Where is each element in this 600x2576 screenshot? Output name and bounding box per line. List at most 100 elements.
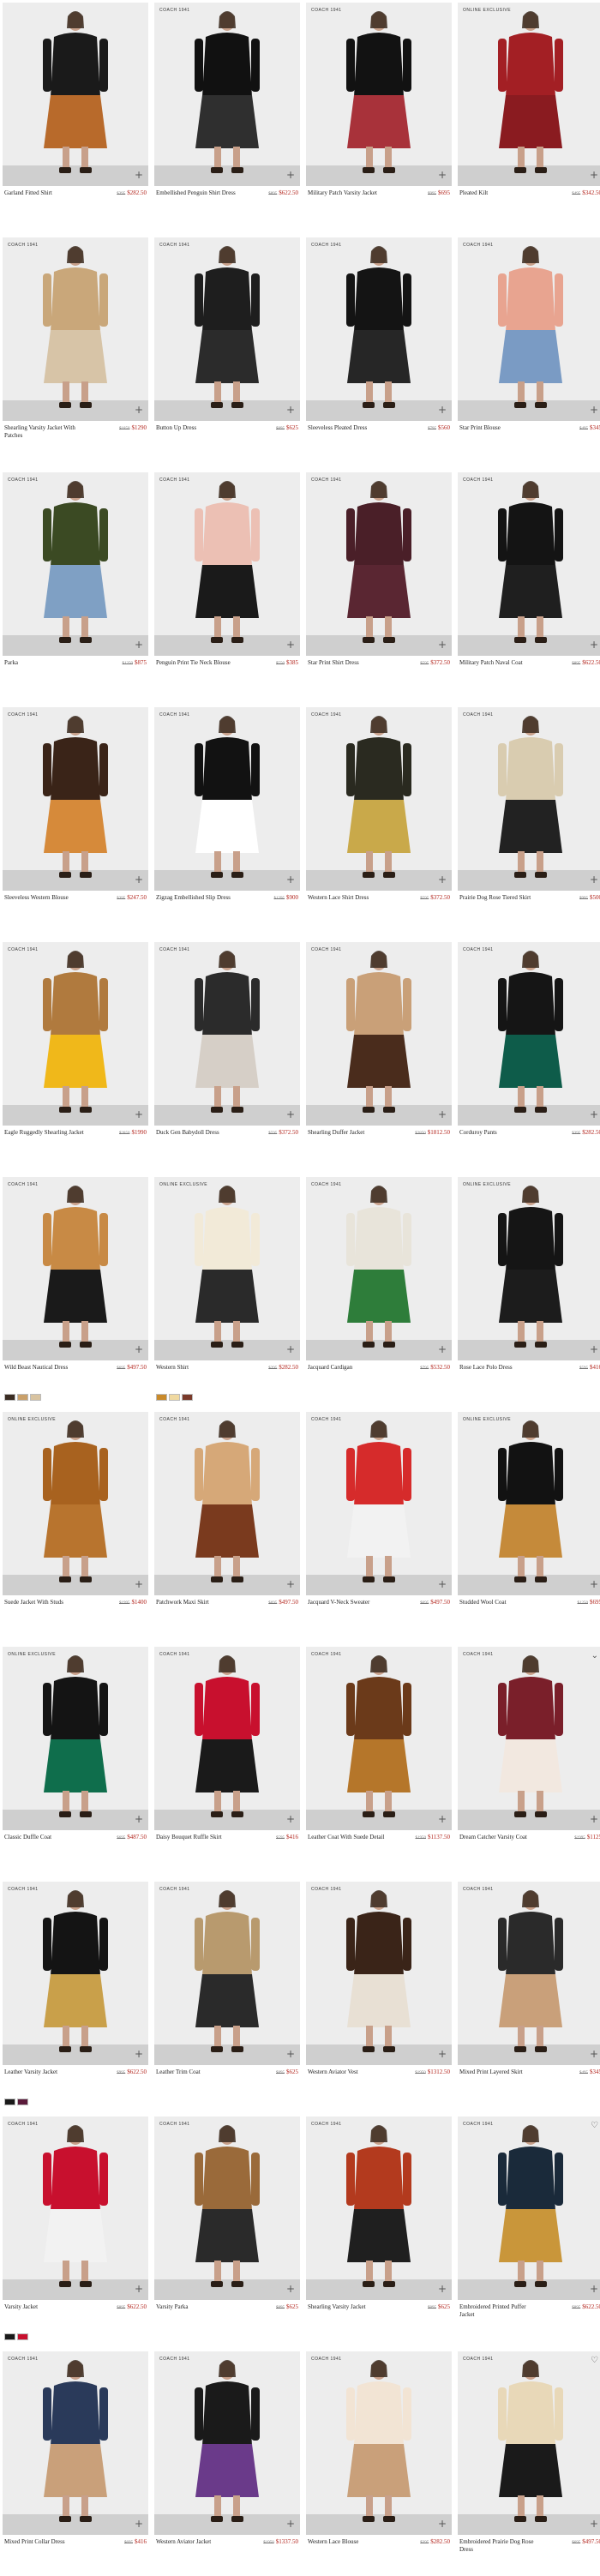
- product-card[interactable]: COACH 1941+Varsity Parka$895$625: [154, 2117, 300, 2341]
- product-image[interactable]: COACH 1941+: [154, 1647, 300, 1830]
- add-icon[interactable]: +: [135, 171, 143, 179]
- product-image[interactable]: COACH 1941+: [154, 942, 300, 1126]
- add-icon[interactable]: +: [590, 171, 598, 179]
- add-icon[interactable]: +: [438, 640, 447, 649]
- add-icon[interactable]: +: [590, 1110, 598, 1119]
- product-name[interactable]: Leather Coat With Suede Detail: [308, 1834, 390, 1841]
- product-name[interactable]: Classic Duffle Coat: [4, 1834, 87, 1841]
- product-card[interactable]: COACH 1941+Western Aviator Jacket$1950$1…: [154, 2351, 300, 2576]
- product-card[interactable]: COACH 1941+Mixed Print Layered Skirt$495…: [458, 1882, 600, 2106]
- product-image[interactable]: COACH 1941+: [458, 237, 600, 421]
- add-icon[interactable]: +: [590, 405, 598, 414]
- product-card[interactable]: COACH 1941+Daisy Bouquet Ruffle Skirt$59…: [154, 1647, 300, 1871]
- add-icon[interactable]: +: [590, 2519, 598, 2528]
- color-swatch[interactable]: [4, 2099, 15, 2105]
- product-name[interactable]: Embroidered Prairie Dog Rose Dress: [459, 2538, 542, 2554]
- product-image[interactable]: COACH 1941+: [3, 237, 148, 421]
- product-name[interactable]: Western Aviator Jacket: [156, 2538, 238, 2546]
- product-card[interactable]: COACH 1941+Jacquard Cardigan$795$532.50: [306, 1177, 452, 1402]
- product-card[interactable]: ONLINE EXCLUSIVE+Studded Wool Coat$1250$…: [458, 1412, 600, 1636]
- product-image[interactable]: COACH 1941+♡: [458, 2351, 600, 2535]
- product-image[interactable]: COACH 1941+: [154, 1882, 300, 2065]
- product-name[interactable]: Mixed Print Layered Skirt: [459, 2069, 542, 2076]
- chevron-down-icon[interactable]: ⌄: [591, 1651, 598, 1660]
- product-image[interactable]: +: [3, 3, 148, 186]
- product-name[interactable]: Military Patch Naval Coat: [459, 659, 542, 667]
- color-swatch[interactable]: [169, 1394, 180, 1401]
- add-icon[interactable]: +: [135, 1110, 143, 1119]
- color-swatch[interactable]: [182, 1394, 193, 1401]
- product-card[interactable]: COACH 1941+ Embellished Penguin Shirt Dre…: [154, 3, 300, 227]
- heart-icon[interactable]: ♡: [591, 2356, 598, 2365]
- product-image[interactable]: COACH 1941+: [3, 2117, 148, 2300]
- product-card[interactable]: COACH 1941+Western Lace Blouse$395$282.5…: [306, 2351, 452, 2576]
- add-icon[interactable]: +: [286, 640, 295, 649]
- product-image[interactable]: COACH 1941+: [154, 3, 300, 186]
- product-image[interactable]: COACH 1941+: [306, 237, 452, 421]
- add-icon[interactable]: +: [135, 1345, 143, 1354]
- color-swatch[interactable]: [4, 1394, 15, 1401]
- product-image[interactable]: COACH 1941+: [3, 942, 148, 1126]
- product-name[interactable]: Embellished Penguin Shirt Dress: [156, 189, 238, 197]
- add-icon[interactable]: +: [286, 1815, 295, 1823]
- add-icon[interactable]: +: [135, 1580, 143, 1588]
- product-image[interactable]: COACH 1941+: [306, 1412, 452, 1595]
- product-card[interactable]: ONLINE EXCLUSIVE+Western Shirt$395$282.5…: [154, 1177, 300, 1402]
- product-card[interactable]: COACH 1941+Leather Coat With Suede Detai…: [306, 1647, 452, 1871]
- product-card[interactable]: COACH 1941+Star Print Shirt Dress$595$37…: [306, 472, 452, 697]
- product-image[interactable]: COACH 1941+: [3, 1882, 148, 2065]
- add-icon[interactable]: +: [590, 875, 598, 884]
- add-icon[interactable]: +: [438, 171, 447, 179]
- product-name[interactable]: Button Up Dress: [156, 424, 238, 432]
- add-icon[interactable]: +: [135, 875, 143, 884]
- add-icon[interactable]: +: [438, 875, 447, 884]
- product-name[interactable]: Corduroy Pants: [459, 1129, 542, 1137]
- product-image[interactable]: ONLINE EXCLUSIVE+: [154, 1177, 300, 1360]
- add-icon[interactable]: +: [438, 1345, 447, 1354]
- product-image[interactable]: ONLINE EXCLUSIVE+: [458, 1177, 600, 1360]
- product-card[interactable]: COACH 1941+Military Patch Varsity Jacket…: [306, 3, 452, 227]
- product-name[interactable]: Suede Jacket With Studs: [4, 1599, 87, 1606]
- product-name[interactable]: Leather Varsity Jacket: [4, 2069, 87, 2076]
- product-card[interactable]: COACH 1941+Corduroy Pants$395$282.50: [458, 942, 600, 1167]
- product-card[interactable]: ONLINE EXCLUSIVE+Suede Jacket With Studs…: [3, 1412, 148, 1636]
- product-image[interactable]: COACH 1941+: [306, 2351, 452, 2535]
- product-name[interactable]: Shearling Duffer Jacket: [308, 1129, 390, 1137]
- product-name[interactable]: Jacquard V-Neck Sweater: [308, 1599, 390, 1606]
- add-icon[interactable]: +: [135, 2285, 143, 2293]
- product-name[interactable]: Western Lace Shirt Dress: [308, 894, 390, 902]
- product-name[interactable]: Sleeveless Pleated Dress: [308, 424, 390, 432]
- product-card[interactable]: COACH 1941+Leather Varsity Jacket$995$62…: [3, 1882, 148, 2106]
- product-name[interactable]: Penguin Print Tie Neck Blouse: [156, 659, 238, 667]
- product-image[interactable]: COACH 1941+: [3, 707, 148, 891]
- product-image[interactable]: COACH 1941+: [458, 942, 600, 1126]
- product-name[interactable]: Mixed Print Collar Dress: [4, 2538, 87, 2546]
- product-card[interactable]: COACH 1941+Button Up Dress$895$625: [154, 237, 300, 462]
- product-image[interactable]: COACH 1941+: [154, 237, 300, 421]
- product-name[interactable]: Rose Lace Polo Dress: [459, 1364, 542, 1372]
- product-card[interactable]: COACH 1941+Zigzag Embellished Slip Dress…: [154, 707, 300, 932]
- add-icon[interactable]: +: [438, 2050, 447, 2058]
- product-card[interactable]: COACH 1941+Sleeveless Western Blouse$395…: [3, 707, 148, 932]
- color-swatch[interactable]: [30, 1394, 41, 1401]
- add-icon[interactable]: +: [135, 2519, 143, 2528]
- product-name[interactable]: Military Patch Varsity Jacket: [308, 189, 390, 197]
- product-name[interactable]: Daisy Bouquet Ruffle Skirt: [156, 1834, 238, 1841]
- product-name[interactable]: Patchwork Maxi Skirt: [156, 1599, 238, 1606]
- product-name[interactable]: Shearling Varsity Jacket With Patches: [4, 424, 87, 440]
- add-icon[interactable]: +: [438, 405, 447, 414]
- color-swatch[interactable]: [4, 2333, 15, 2340]
- product-card[interactable]: COACH 1941+ Shearling Varsity Jacket With…: [3, 237, 148, 462]
- product-name[interactable]: Dream Catcher Varsity Coat: [459, 1834, 542, 1841]
- product-card[interactable]: COACH 1941+Shearling Duffer Jacket$2850$…: [306, 942, 452, 1167]
- product-image[interactable]: ONLINE EXCLUSIVE+: [3, 1647, 148, 1830]
- add-icon[interactable]: +: [590, 640, 598, 649]
- product-image[interactable]: COACH 1941+: [154, 472, 300, 656]
- product-name[interactable]: Western Aviator Vest: [308, 2069, 390, 2076]
- add-icon[interactable]: +: [286, 1345, 295, 1354]
- product-image[interactable]: COACH 1941+: [154, 707, 300, 891]
- add-icon[interactable]: +: [590, 2285, 598, 2293]
- add-icon[interactable]: +: [286, 2519, 295, 2528]
- product-name[interactable]: Pleated Kilt: [459, 189, 542, 197]
- product-name[interactable]: Wild Beast Nautical Dress: [4, 1364, 87, 1372]
